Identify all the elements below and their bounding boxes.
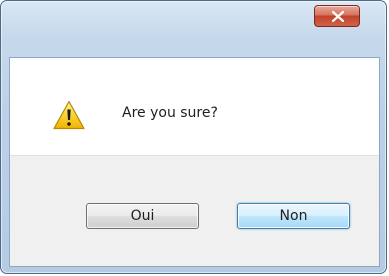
non-button[interactable]: Non: [237, 203, 350, 229]
oui-button[interactable]: Oui: [86, 203, 199, 229]
title-bar[interactable]: [1, 1, 386, 41]
close-button[interactable]: [314, 5, 360, 27]
message-text: Are you sure?: [122, 105, 218, 121]
dialog-window: Are you sure? Oui Non: [0, 0, 387, 274]
message-area: Are you sure?: [10, 58, 379, 155]
button-area: Oui Non: [10, 155, 379, 266]
close-icon: [332, 11, 344, 22]
dialog-content: Are you sure? Oui Non: [9, 57, 380, 267]
warning-icon: [53, 100, 85, 130]
